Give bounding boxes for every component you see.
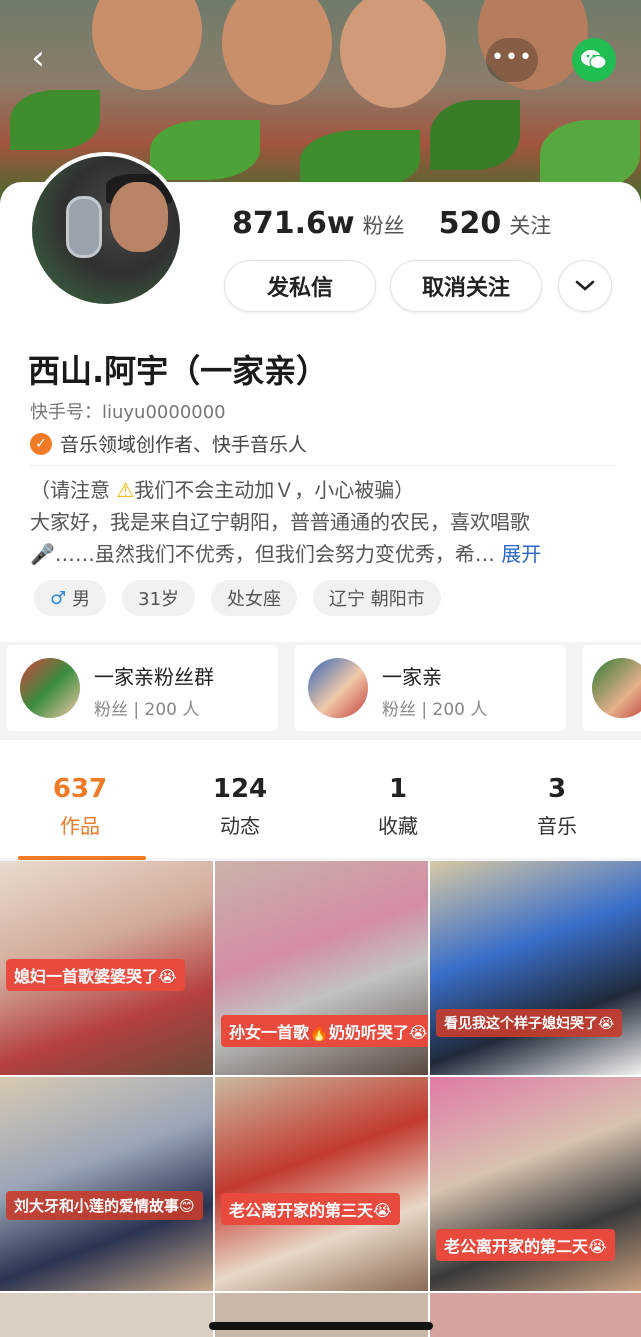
group-card[interactable] bbox=[582, 645, 641, 731]
profile-stats: 871.6w 粉丝 520 关注 bbox=[232, 206, 551, 241]
video-caption: 老公离开家的第三天😭 bbox=[221, 1193, 400, 1225]
home-indicator bbox=[209, 1322, 433, 1330]
content-tabs: 637 作品 124 动态 1 收藏 3 音乐 bbox=[0, 740, 641, 860]
bio-line-3: 🎤……虽然我们不优秀，但我们会努力变优秀，希… 展开 bbox=[30, 542, 542, 566]
warning-icon: ⚠ bbox=[116, 478, 135, 502]
video-thumbnail[interactable] bbox=[0, 1293, 213, 1337]
profile-name: 西山.阿宇（一家亲） bbox=[28, 352, 329, 390]
unfollow-button[interactable]: 取消关注 bbox=[390, 260, 542, 312]
group-count: 粉丝 | 200 人 bbox=[94, 700, 200, 720]
expand-link[interactable]: 展开 bbox=[501, 542, 541, 566]
kuaishou-id[interactable]: 快手号：liuyu0000000 bbox=[30, 398, 226, 424]
video-caption: 媳妇一首歌婆婆哭了😭 bbox=[6, 959, 185, 991]
video-caption: 老公离开家的第二天😭 bbox=[436, 1229, 615, 1261]
bio-line-1: （请注意 ⚠我们不会主动加Ｖ，小心被骗） bbox=[30, 478, 415, 502]
video-thumbnail[interactable]: 看见我这个样子媳妇哭了😭 bbox=[430, 861, 641, 1075]
video-caption: 看见我这个样子媳妇哭了😭 bbox=[436, 1009, 623, 1037]
following-label: 关注 bbox=[509, 214, 552, 238]
more-dots-icon[interactable]: ••• bbox=[486, 38, 538, 82]
profile-tags: ♂ 男 31岁 处女座 辽宁 朝阳市 bbox=[34, 580, 441, 616]
tag-age: 31岁 bbox=[122, 580, 196, 616]
followers-label: 粉丝 bbox=[362, 214, 405, 238]
video-thumbnail[interactable]: 孙女一首歌🔥奶奶听哭了😭 bbox=[215, 861, 428, 1075]
group-count: 粉丝 | 200 人 bbox=[382, 700, 488, 720]
video-caption: 刘大牙和小莲的爱情故事😊 bbox=[6, 1191, 203, 1220]
bio-line-2: 大家好，我是来自辽宁朝阳，普普通通的农民，喜欢唱歌 bbox=[30, 510, 530, 534]
cert-text: 音乐领域创作者、快手音乐人 bbox=[60, 434, 308, 456]
tab-music[interactable]: 3 音乐 bbox=[497, 774, 617, 839]
group-avatar bbox=[308, 658, 368, 718]
avatar[interactable] bbox=[28, 152, 184, 308]
group-avatar bbox=[592, 658, 641, 718]
tab-favorites[interactable]: 1 收藏 bbox=[338, 774, 458, 839]
followers-count[interactable]: 871.6w bbox=[232, 206, 355, 241]
video-thumbnail[interactable]: 老公离开家的第二天😭 bbox=[430, 1077, 641, 1291]
video-caption: 孙女一首歌🔥奶奶听哭了😭 bbox=[221, 1015, 428, 1047]
tab-moments[interactable]: 124 动态 bbox=[180, 774, 300, 839]
tag-location: 辽宁 朝阳市 bbox=[313, 580, 441, 616]
video-grid: 媳妇一首歌婆婆哭了😭 孙女一首歌🔥奶奶听哭了😭 看见我这个样子媳妇哭了😭 刘大牙… bbox=[0, 861, 641, 1337]
group-card[interactable]: 一家亲粉丝群 粉丝 | 200 人 bbox=[6, 645, 278, 731]
video-thumbnail[interactable] bbox=[430, 1293, 641, 1337]
chevron-down-icon[interactable] bbox=[558, 260, 612, 312]
video-thumbnail[interactable]: 媳妇一首歌婆婆哭了😭 bbox=[0, 861, 213, 1075]
tag-gender: ♂ 男 bbox=[34, 580, 107, 616]
group-name: 一家亲粉丝群 bbox=[94, 665, 214, 689]
tag-zodiac: 处女座 bbox=[211, 580, 298, 616]
video-thumbnail[interactable] bbox=[215, 1293, 428, 1337]
bio: （请注意 ⚠我们不会主动加Ｖ，小心被骗） 大家好，我是来自辽宁朝阳，普普通通的农… bbox=[30, 474, 620, 570]
wechat-icon[interactable] bbox=[572, 38, 616, 82]
group-card[interactable]: 一家亲 粉丝 | 200 人 bbox=[294, 645, 566, 731]
back-icon[interactable]: ‹ bbox=[18, 38, 58, 78]
male-icon: ♂ bbox=[50, 587, 67, 609]
group-name: 一家亲 bbox=[382, 665, 442, 689]
message-button[interactable]: 发私信 bbox=[224, 260, 376, 312]
group-avatar bbox=[20, 658, 80, 718]
following-count[interactable]: 520 bbox=[439, 206, 502, 241]
active-tab-indicator bbox=[18, 856, 146, 860]
video-thumbnail[interactable]: 刘大牙和小莲的爱情故事😊 bbox=[0, 1077, 213, 1291]
video-thumbnail[interactable]: 老公离开家的第三天😭 bbox=[215, 1077, 428, 1291]
fan-groups: 一家亲粉丝群 粉丝 | 200 人 一家亲 粉丝 | 200 人 bbox=[0, 642, 641, 734]
creator-certification[interactable]: ✓ 音乐领域创作者、快手音乐人 bbox=[30, 430, 614, 466]
tab-works[interactable]: 637 作品 bbox=[20, 774, 140, 839]
verified-check-icon: ✓ bbox=[30, 432, 52, 455]
